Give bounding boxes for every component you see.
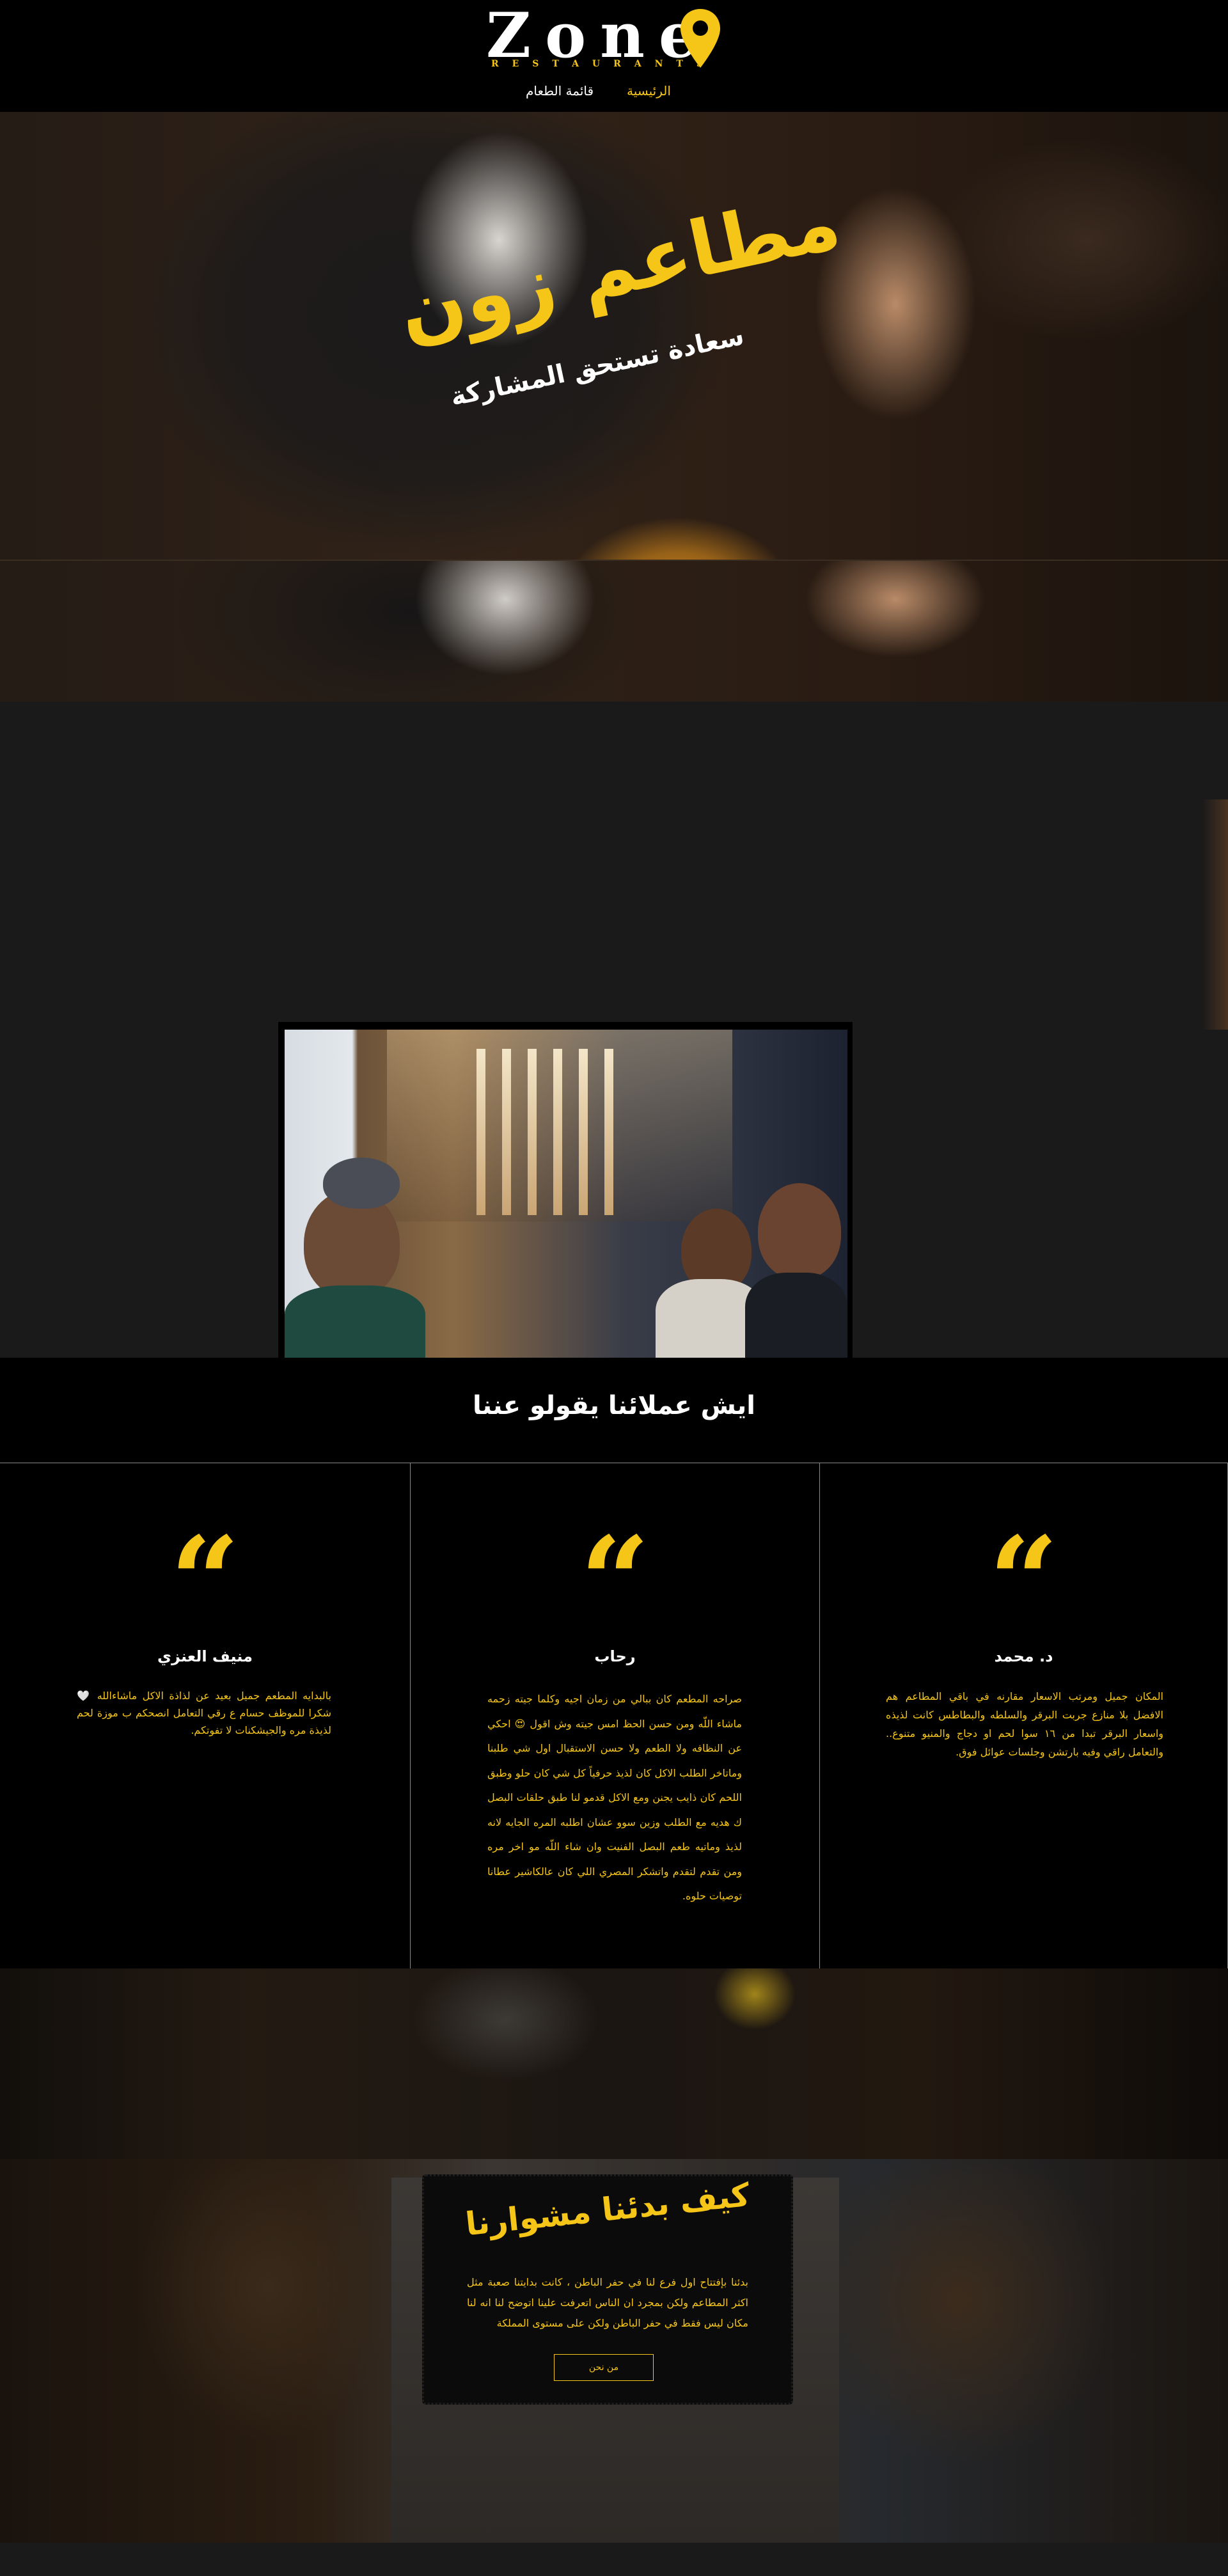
about-us-button[interactable]: من نحن <box>554 2354 654 2381</box>
quote-icon: “ <box>579 1510 650 1653</box>
customer-shirt <box>745 1273 847 1358</box>
brand-logo[interactable]: Zone RESTAURANTS <box>486 5 742 75</box>
location-pin-icon <box>681 9 720 68</box>
nav-item-home[interactable]: الرئيسية <box>627 82 671 100</box>
testimonial-text: المكان جميل ومرتب الاسعار مقارنه في باقي… <box>886 1690 1163 1758</box>
customer-person <box>758 1183 841 1279</box>
testimonials-grid: “ منيف العنزي بالبدايه المطعم جميل بعيد … <box>0 1463 1228 1969</box>
quote-icon: “ <box>988 1510 1059 1653</box>
testimonial-text: صراحه المطعم كان ببالي من زمان اجيه وكلم… <box>487 1693 742 1902</box>
testimonials-heading: ايش عملائنا يقولو عننا <box>473 1391 755 1420</box>
photo-slat <box>604 1049 613 1215</box>
testimonial-card: “ منيف العنزي بالبدايه المطعم جميل بعيد … <box>0 1463 410 1968</box>
site-header: Zone RESTAURANTS الرئيسية قائمة الطعام <box>0 0 1228 112</box>
nav-item-menu[interactable]: قائمة الطعام <box>526 82 594 100</box>
testimonial-text: بالبدايه المطعم جميل بعيد عن لذاذة الاكل… <box>77 1690 331 1736</box>
photo-slat <box>476 1049 485 1215</box>
testimonial-author: منيف العنزي <box>157 1647 253 1665</box>
hero-banner: مطاعم زون سعادة تستحق المشاركة <box>0 112 1228 560</box>
photo-slat <box>528 1049 537 1215</box>
testimonial-card: “ رحاب صراحه المطعم كان ببالي من زمان اج… <box>410 1463 819 1968</box>
story-text: بدئنا بإفتتاح اول فرع لنا في حفر الباطن … <box>467 2276 748 2329</box>
customer-shirt <box>285 1285 425 1358</box>
decorative-glow <box>1202 799 1228 1030</box>
footer-strip <box>0 2543 1228 2576</box>
testimonial-author: رحاب <box>594 1647 636 1665</box>
customer-beanie <box>323 1158 400 1209</box>
quote-icon: “ <box>169 1510 240 1653</box>
logo-wordmark: Zone <box>486 0 712 72</box>
testimonial-card: “ د. محمد المكان جميل ومرتب الاسعار مقار… <box>819 1463 1228 1968</box>
main-nav: الرئيسية قائمة الطعام <box>0 82 1228 101</box>
decorative-blur-band <box>0 1968 1228 2159</box>
photo-slat <box>502 1049 511 1215</box>
restaurant-photo <box>285 1030 847 1358</box>
photo-slat <box>579 1049 588 1215</box>
testimonial-author: د. محمد <box>994 1647 1053 1665</box>
photo-slat <box>553 1049 562 1215</box>
hero-image-strip <box>0 560 1228 702</box>
